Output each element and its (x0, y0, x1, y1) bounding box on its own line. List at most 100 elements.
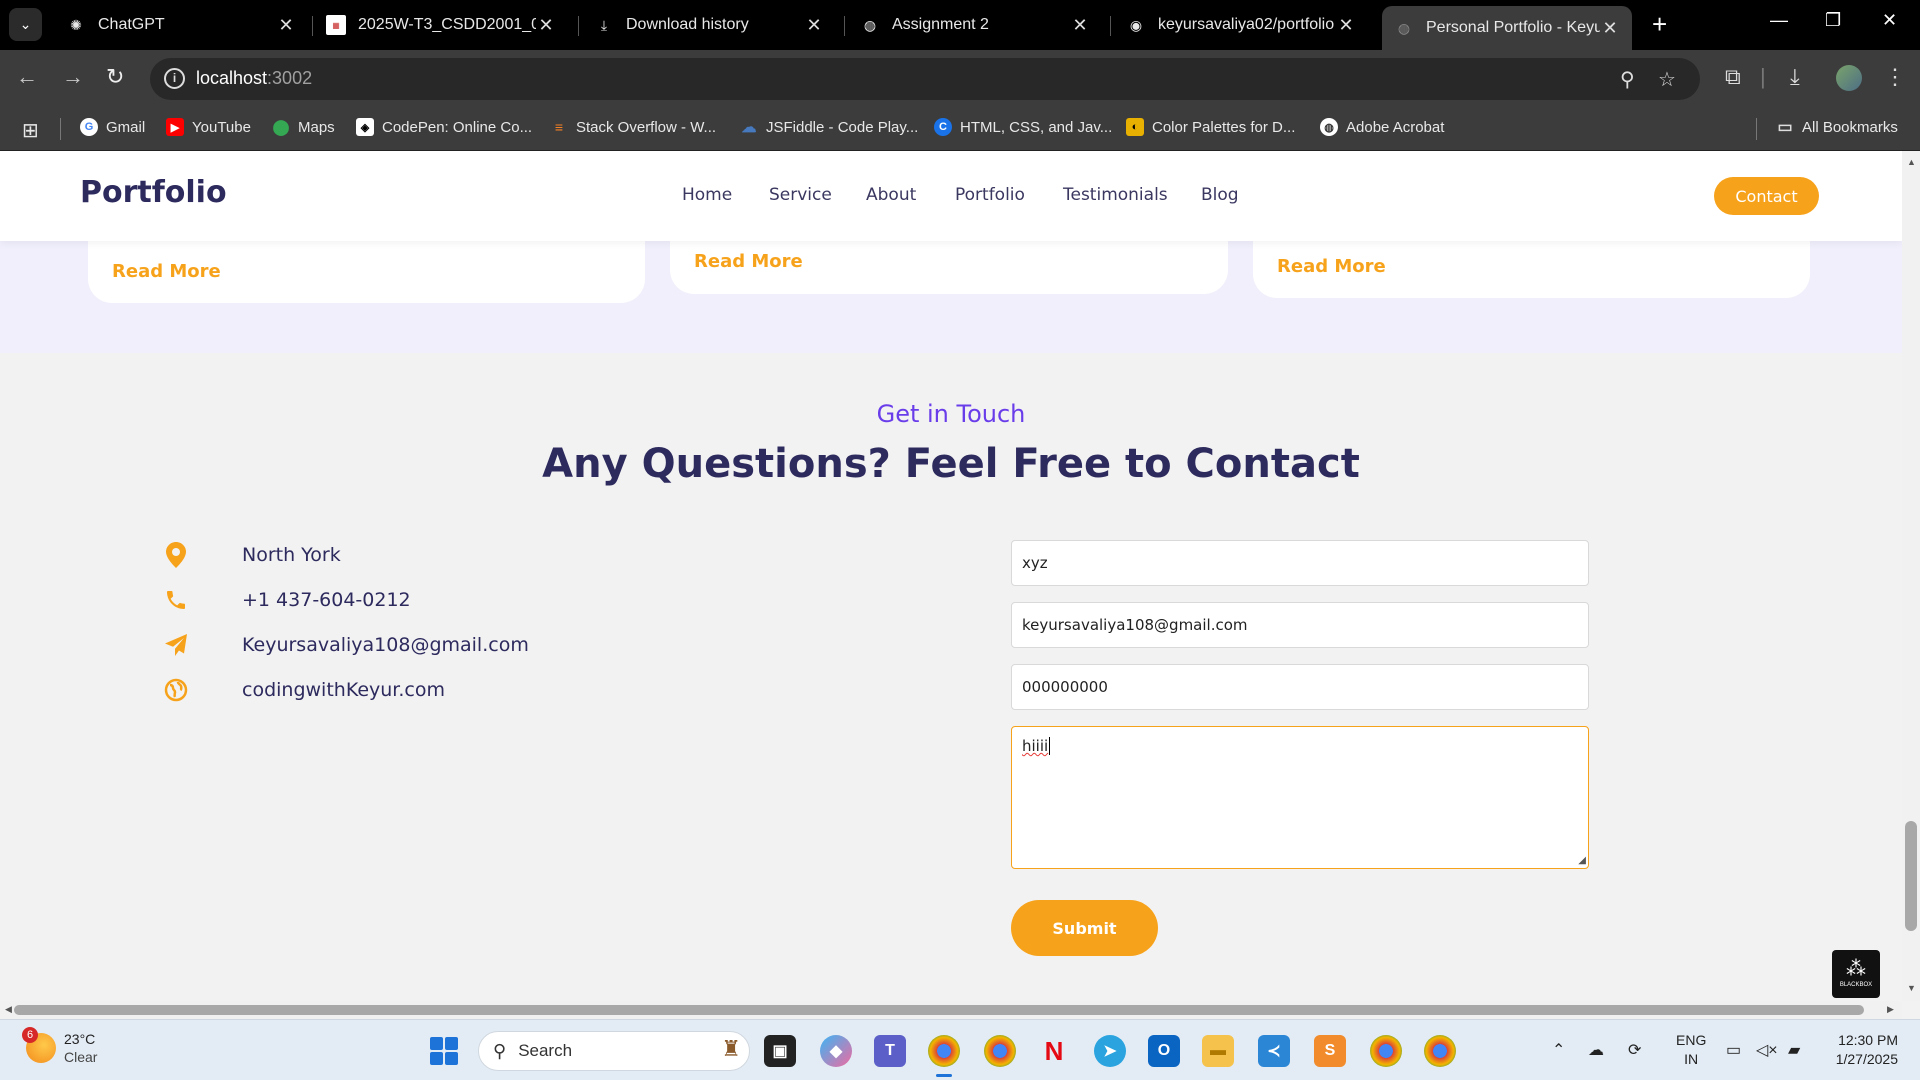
downloads-icon[interactable]: ⤓ (1790, 64, 1800, 90)
tab-assignment[interactable]: ◍ Assignment 2 ✕ (850, 8, 1100, 42)
reload-icon[interactable]: ↻ (106, 64, 124, 90)
teams-icon[interactable]: T (874, 1035, 906, 1067)
language-indicator[interactable]: ENG IN (1676, 1031, 1706, 1069)
close-icon[interactable]: ✕ (804, 15, 824, 36)
tab-portfolio-active[interactable]: ◍ Personal Portfolio - Keyur S ✕ (1382, 6, 1632, 50)
read-more-link[interactable]: Read More (694, 251, 803, 272)
chrome-icon[interactable] (928, 1035, 960, 1067)
message-textarea[interactable]: hiiii ◢ (1011, 726, 1589, 869)
close-icon[interactable]: ✕ (1070, 15, 1090, 36)
start-button[interactable] (430, 1037, 458, 1065)
menu-kebab-icon[interactable]: ⋮ (1884, 64, 1906, 90)
tab-search-button[interactable]: ⌄ (9, 8, 42, 41)
bookmark-html-css[interactable]: C HTML, CSS, and Jav... (934, 118, 1112, 136)
email-field[interactable]: keyursavaliya108@gmail.com (1011, 602, 1589, 648)
star-icon[interactable]: ☆ (1658, 67, 1676, 92)
tab-github[interactable]: ◉ keyursavaliya02/portfolio ✕ (1116, 8, 1366, 42)
vertical-scroll-thumb[interactable] (1905, 821, 1917, 931)
nav-home[interactable]: Home (682, 185, 732, 205)
text-cursor (1049, 737, 1051, 755)
outlook-icon[interactable]: O (1148, 1035, 1180, 1067)
minimize-icon[interactable]: — (1770, 10, 1788, 31)
task-view-icon[interactable]: ▣ (764, 1035, 796, 1067)
profile-avatar[interactable] (1836, 65, 1862, 91)
volume-muted-icon[interactable]: ◁× (1756, 1040, 1778, 1060)
sublime-icon[interactable]: S (1314, 1035, 1346, 1067)
bookmark-youtube[interactable]: ▶ YouTube (166, 118, 251, 136)
tab-download-history[interactable]: ⤓ Download history ✕ (584, 8, 834, 42)
scroll-up-icon[interactable]: ▲ (1907, 157, 1916, 167)
apps-grid-icon[interactable]: ⊞ (22, 118, 39, 143)
message-text: hiiii (1022, 737, 1049, 755)
bookmark-stackoverflow[interactable]: ≡ Stack Overflow - W... (550, 118, 716, 136)
blackbox-widget[interactable]: BLACKBOX (1832, 950, 1880, 998)
zoom-icon[interactable]: ⚲ (1620, 67, 1635, 92)
chrome-profile-3-icon[interactable] (1424, 1035, 1456, 1067)
bookmark-adobe-acrobat[interactable]: ◍ Adobe Acrobat (1320, 118, 1444, 136)
site-header: Portfolio Home Service About Portfolio T… (0, 151, 1902, 241)
nav-service[interactable]: Service (769, 185, 832, 205)
vertical-scrollbar[interactable]: ▲ ▼ (1902, 151, 1920, 1001)
horizontal-scrollbar[interactable]: ◀ ▶ (0, 1001, 1902, 1019)
system-clock[interactable]: 12:30 PM 1/27/2025 (1826, 1031, 1898, 1069)
nav-portfolio[interactable]: Portfolio (955, 185, 1025, 205)
bookmark-color-palettes[interactable]: ◐ Color Palettes for D... (1126, 118, 1295, 136)
scroll-right-icon[interactable]: ▶ (1887, 1004, 1894, 1015)
resize-handle-icon[interactable]: ◢ (1578, 855, 1586, 866)
submit-button[interactable]: Submit (1011, 900, 1158, 956)
close-icon[interactable]: ✕ (1336, 15, 1356, 36)
contact-button[interactable]: Contact (1714, 177, 1819, 215)
show-hidden-icons[interactable]: ⌃ (1552, 1040, 1565, 1060)
sync-icon[interactable]: ⟳ (1628, 1040, 1641, 1060)
weather-widget[interactable]: 6 23°C Clear (22, 1027, 97, 1066)
address-bar[interactable]: i localhost:3002 ⚲ ☆ (150, 58, 1700, 100)
copilot-icon[interactable]: ◆ (820, 1035, 852, 1067)
close-icon[interactable]: ✕ (1600, 18, 1620, 39)
forward-icon[interactable]: → (62, 64, 84, 90)
onedrive-icon[interactable]: ☁ (1588, 1040, 1604, 1060)
phone-field[interactable]: 000000000 (1011, 664, 1589, 710)
globe-icon (162, 676, 190, 704)
netflix-icon[interactable]: N (1038, 1035, 1070, 1067)
bookmark-jsfiddle[interactable]: ☁ JSFiddle - Code Play... (740, 118, 919, 137)
nav-blog[interactable]: Blog (1201, 185, 1239, 205)
nav-about[interactable]: About (866, 185, 916, 205)
taskbar-search[interactable]: ⚲ Search ♜ (478, 1031, 750, 1071)
close-icon[interactable]: ✕ (276, 15, 296, 36)
all-bookmarks-button[interactable]: ▭ All Bookmarks (1776, 118, 1897, 137)
file-explorer-icon[interactable]: ▬ (1202, 1035, 1234, 1067)
telegram-icon[interactable]: ➤ (1094, 1035, 1126, 1067)
read-more-link[interactable]: Read More (1277, 256, 1386, 277)
info-email: Keyursavaliya108@gmail.com (162, 631, 529, 659)
scroll-left-icon[interactable]: ◀ (5, 1004, 12, 1015)
nav-testimonials[interactable]: Testimonials (1063, 185, 1168, 205)
new-tab-button[interactable]: + (1652, 10, 1667, 38)
download-icon: ⤓ (600, 16, 608, 33)
read-more-link[interactable]: Read More (112, 261, 221, 282)
globe-icon: ◍ (1397, 19, 1411, 36)
bookmark-maps[interactable]: ⬤ Maps (272, 118, 335, 137)
site-logo[interactable]: Portfolio (80, 175, 227, 210)
url-text[interactable]: localhost:3002 (196, 68, 312, 89)
restore-icon[interactable]: ❐ (1825, 10, 1841, 31)
section-headline: Any Questions? Feel Free to Contact (542, 441, 1360, 487)
tab-chatgpt[interactable]: ✺ ChatGPT ✕ (56, 8, 306, 42)
site-info-icon[interactable]: i (164, 68, 185, 89)
chrome-profile-2-icon[interactable] (1370, 1035, 1402, 1067)
scroll-down-icon[interactable]: ▼ (1907, 983, 1916, 993)
name-field[interactable]: xyz (1011, 540, 1589, 586)
youtube-icon: ▶ (166, 118, 184, 136)
toolbar-divider: | (1760, 64, 1766, 89)
extensions-icon[interactable]: ⧉ (1725, 64, 1741, 90)
close-icon[interactable]: ✕ (536, 15, 556, 36)
window-close-icon[interactable]: ✕ (1882, 10, 1897, 31)
bookmark-codepen[interactable]: ◈ CodePen: Online Co... (356, 118, 532, 136)
battery-icon[interactable]: ▰ (1788, 1040, 1800, 1060)
network-icon[interactable]: ▭ (1726, 1040, 1741, 1060)
back-icon[interactable]: ← (16, 64, 38, 90)
chrome-profile-icon[interactable] (984, 1035, 1016, 1067)
tab-course[interactable]: ▦ 2025W-T3_CSDD2001_01: A ✕ (316, 8, 566, 42)
vscode-icon[interactable]: ≺ (1258, 1035, 1290, 1067)
horizontal-scroll-thumb[interactable] (14, 1005, 1864, 1015)
bookmark-gmail[interactable]: G Gmail (80, 118, 145, 136)
